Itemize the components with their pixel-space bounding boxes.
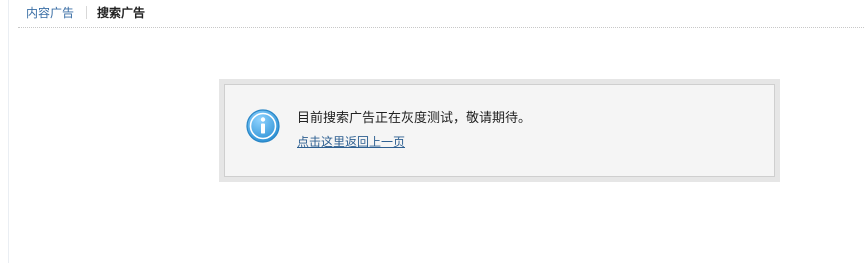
back-link[interactable]: 点击这里返回上一页: [297, 134, 405, 150]
info-icon: [245, 108, 281, 144]
tab-search-ads[interactable]: 搜索广告: [97, 5, 145, 21]
page: 内容广告 搜索广告 目前搜索广告正在灰度测试，敬请期待。 点击这里返回上一页: [0, 0, 864, 263]
notice-message: 目前搜索广告正在灰度测试，敬请期待。: [297, 111, 532, 126]
tab-bar: 内容广告 搜索广告: [18, 0, 864, 28]
left-divider: [8, 0, 9, 263]
notice-panel: 目前搜索广告正在灰度测试，敬请期待。 点击这里返回上一页: [219, 79, 780, 182]
notice-box: 目前搜索广告正在灰度测试，敬请期待。 点击这里返回上一页: [224, 84, 775, 177]
tab-content-ads[interactable]: 内容广告: [26, 5, 74, 21]
tab-separator: [86, 6, 87, 19]
